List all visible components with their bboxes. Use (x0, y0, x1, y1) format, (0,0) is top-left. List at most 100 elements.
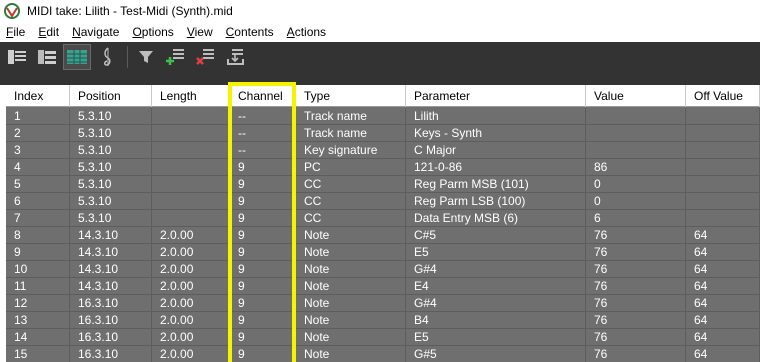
cell-value: 76 (586, 261, 686, 278)
cell-index: 5 (6, 176, 70, 193)
cell-parameter: G#4 (406, 295, 586, 312)
cell-value: 6 (586, 210, 686, 227)
cell-parameter: Reg Parm MSB (101) (406, 176, 586, 193)
cell-channel: 9 (230, 244, 296, 261)
cell-index: 11 (6, 278, 70, 295)
insert-event-button[interactable] (162, 44, 190, 70)
cell-type: CC (296, 176, 406, 193)
filter-button[interactable] (132, 44, 160, 70)
cell-off-value (686, 193, 760, 210)
menu-options[interactable]: Options (132, 25, 173, 39)
cell-index: 13 (6, 312, 70, 329)
table-row[interactable]: 11 14.3.10 2.0.00 9 Note E4 76 64 (6, 278, 760, 295)
cell-value: 76 (586, 278, 686, 295)
column-header-index[interactable]: Index (6, 85, 70, 107)
table-row[interactable]: 9 14.3.10 2.0.00 9 Note E5 76 64 (6, 244, 760, 261)
cell-index: 6 (6, 193, 70, 210)
cell-channel: -- (230, 142, 296, 159)
cell-parameter: G#5 (406, 346, 586, 362)
cell-type: Note (296, 329, 406, 346)
table-row[interactable]: 10 14.3.10 2.0.00 9 Note G#4 76 64 (6, 261, 760, 278)
cell-position: 16.3.10 (70, 295, 152, 312)
cell-type: Track name (296, 108, 406, 125)
cell-channel: 9 (230, 295, 296, 312)
cell-position: 14.3.10 (70, 244, 152, 261)
column-header-off-value[interactable]: Off Value (686, 85, 760, 107)
cell-off-value: 64 (686, 346, 760, 362)
cell-length: 2.0.00 (152, 244, 230, 261)
cell-index: 2 (6, 125, 70, 142)
table-row[interactable]: 5 5.3.10 9 CC Reg Parm MSB (101) 0 (6, 176, 760, 193)
table-row[interactable]: 2 5.3.10 -- Track name Keys - Synth (6, 125, 760, 142)
column-header-parameter[interactable]: Parameter (406, 85, 586, 107)
cell-parameter: E5 (406, 244, 586, 261)
delete-event-button[interactable] (192, 44, 220, 70)
cell-position: 16.3.10 (70, 329, 152, 346)
cell-length (152, 159, 230, 176)
table-row[interactable]: 1 5.3.10 -- Track name Lilith (6, 108, 760, 125)
table-row[interactable]: 15 16.3.10 2.0.00 9 Note G#5 76 64 (6, 346, 760, 362)
cell-type: CC (296, 210, 406, 227)
cell-off-value (686, 159, 760, 176)
cell-type: Note (296, 227, 406, 244)
cell-length (152, 125, 230, 142)
cell-type: Note (296, 244, 406, 261)
cell-off-value: 64 (686, 329, 760, 346)
cell-off-value (686, 210, 760, 227)
cell-value: 86 (586, 159, 686, 176)
table-row[interactable]: 8 14.3.10 2.0.00 9 Note C#5 76 64 (6, 227, 760, 244)
column-header-position[interactable]: Position (70, 85, 152, 107)
event-list-view-button[interactable] (63, 44, 91, 70)
column-header-length[interactable]: Length (152, 85, 230, 107)
menu-file[interactable]: File (6, 25, 25, 39)
table-row[interactable]: 12 16.3.10 2.0.00 9 Note G#4 76 64 (6, 295, 760, 312)
cell-parameter: E4 (406, 278, 586, 295)
cell-index: 3 (6, 142, 70, 159)
filter-icon (139, 51, 153, 63)
menu-edit[interactable]: Edit (38, 25, 59, 39)
table-row[interactable]: 4 5.3.10 9 PC 121-0-86 86 (6, 159, 760, 176)
cell-off-value: 64 (686, 227, 760, 244)
cell-position: 16.3.10 (70, 312, 152, 329)
cell-index: 9 (6, 244, 70, 261)
menu-contents[interactable]: Contents (226, 25, 274, 39)
table-row[interactable]: 14 16.3.10 2.0.00 9 Note E5 76 64 (6, 329, 760, 346)
cell-position: 5.3.10 (70, 125, 152, 142)
column-header-type[interactable]: Type (296, 85, 406, 107)
cell-position: 14.3.10 (70, 261, 152, 278)
named-notes-view-button[interactable] (33, 44, 61, 70)
cell-channel: 9 (230, 346, 296, 362)
cell-parameter: Keys - Synth (406, 125, 586, 142)
table-row[interactable]: 6 5.3.10 9 CC Reg Parm LSB (100) 0 (6, 193, 760, 210)
cell-channel: -- (230, 108, 296, 125)
cell-length (152, 210, 230, 227)
event-list-view-icon (67, 50, 87, 64)
cell-value: 76 (586, 312, 686, 329)
menu-view[interactable]: View (187, 25, 213, 39)
table-row[interactable]: 3 5.3.10 -- Key signature C Major (6, 142, 760, 159)
cell-parameter: Reg Parm LSB (100) (406, 193, 586, 210)
piano-roll-view-button[interactable] (3, 44, 31, 70)
menu-bar: File Edit Navigate Options View Contents… (0, 22, 760, 42)
table-row[interactable]: 13 16.3.10 2.0.00 9 Note B4 76 64 (6, 312, 760, 329)
cell-value: 76 (586, 244, 686, 261)
column-header-channel[interactable]: Channel (230, 85, 296, 107)
cell-type: Note (296, 278, 406, 295)
cell-parameter: Data Entry MSB (6) (406, 210, 586, 227)
menu-navigate[interactable]: Navigate (72, 25, 119, 39)
column-header-value[interactable]: Value (586, 85, 686, 107)
event-list-table: Index Position Length Channel Type Parameter V… (6, 85, 760, 362)
cell-parameter: B4 (406, 312, 586, 329)
cell-value: 0 (586, 176, 686, 193)
cell-length: 2.0.00 (152, 295, 230, 312)
import-event-button[interactable] (222, 44, 250, 70)
cell-parameter: C Major (406, 142, 586, 159)
menu-actions[interactable]: Actions (287, 25, 326, 39)
notation-view-button[interactable] (93, 44, 121, 70)
cell-channel: 9 (230, 329, 296, 346)
table-row[interactable]: 7 5.3.10 9 CC Data Entry MSB (6) 6 (6, 210, 760, 227)
cell-type: Key signature (296, 142, 406, 159)
cell-parameter: G#4 (406, 261, 586, 278)
cell-length (152, 142, 230, 159)
cell-off-value (686, 142, 760, 159)
